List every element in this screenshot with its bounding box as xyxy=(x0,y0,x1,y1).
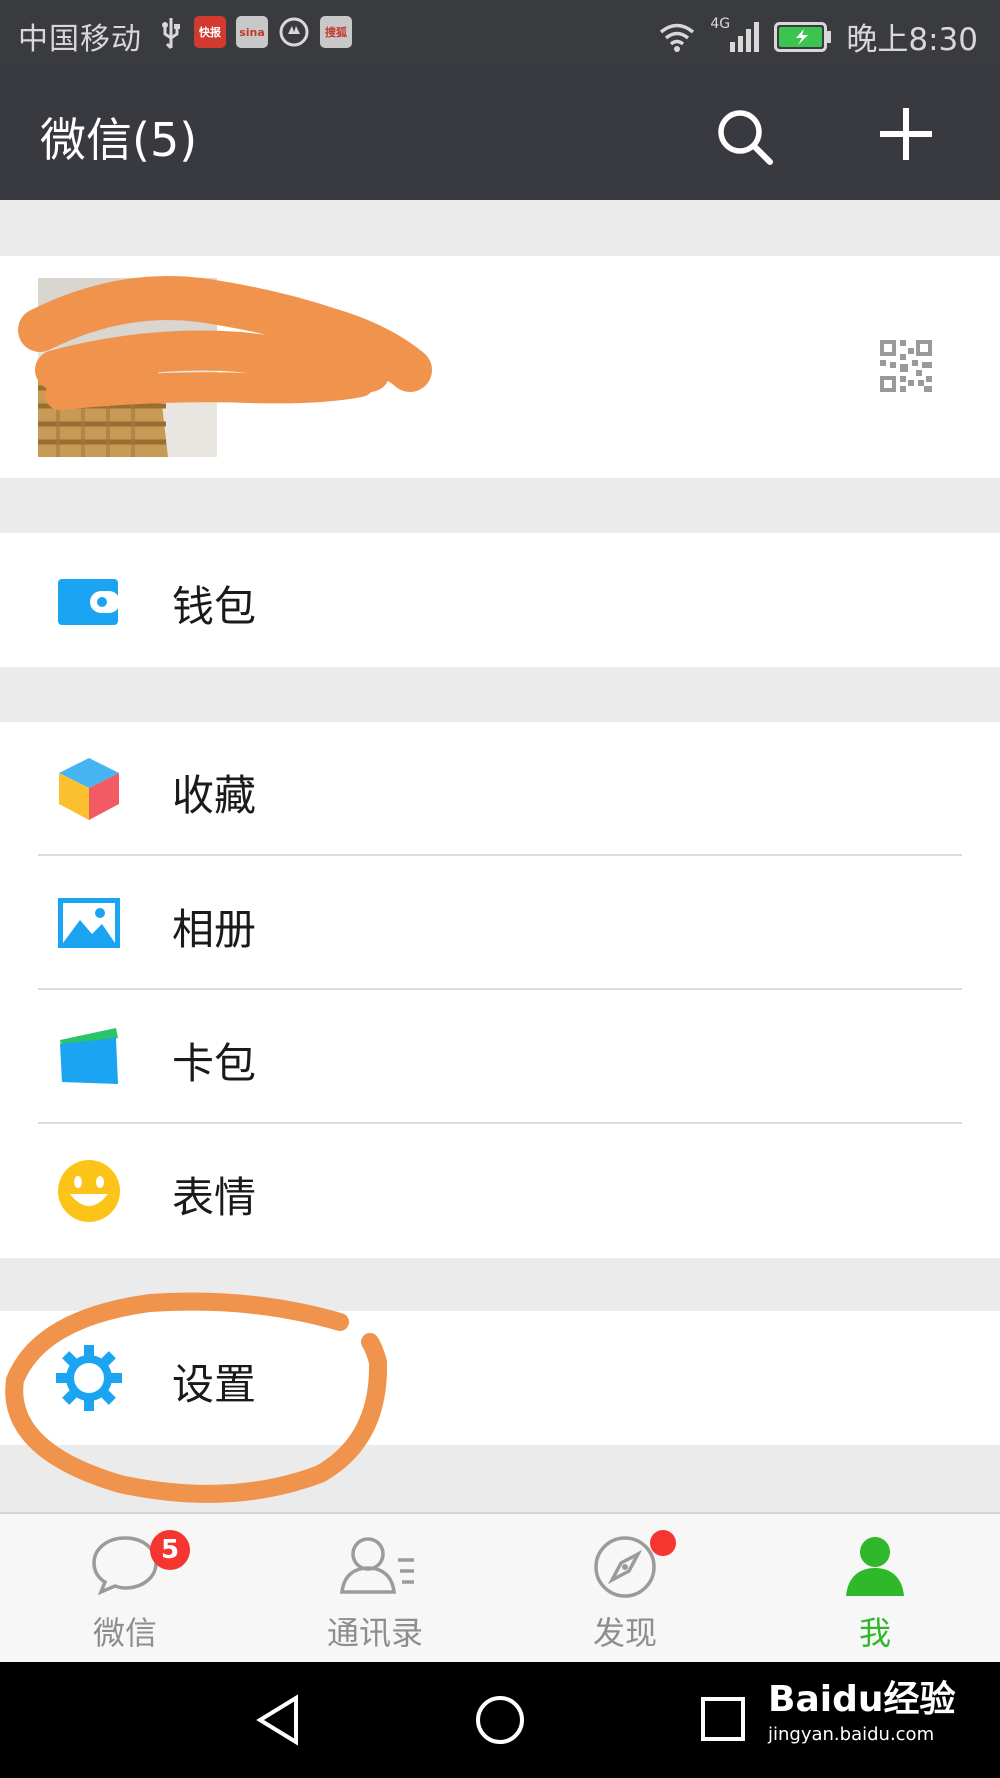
menu-item-label: 相册 xyxy=(172,905,257,954)
menu-item-label: 收藏 xyxy=(172,771,257,820)
tab-me[interactable]: 我 xyxy=(750,1514,1000,1664)
tab-label: 通讯录 xyxy=(326,1614,423,1652)
watermark: Baidu经验 jingyan.baidu.com xyxy=(768,1670,955,1745)
recents-icon[interactable] xyxy=(700,1696,746,1742)
menu-item-label: 表情 xyxy=(172,1173,257,1222)
status-right: 4G 晚上8:30 xyxy=(658,14,978,59)
menu-item-cards[interactable]: 卡包 xyxy=(0,990,1000,1124)
back-icon[interactable] xyxy=(254,1694,302,1746)
menu-item-label: 钱包 xyxy=(172,582,257,631)
wifi-icon xyxy=(660,23,695,52)
menu-item-favorites[interactable]: 收藏 xyxy=(0,722,1000,856)
home-icon[interactable] xyxy=(474,1694,526,1746)
cellular-signal-icon: 4G xyxy=(710,16,760,54)
cube-icon xyxy=(59,758,119,820)
bottom-tab-bar: 5 微信 通讯录 发现 我 xyxy=(0,1512,1000,1662)
security-icon xyxy=(279,17,309,47)
gear-icon xyxy=(56,1345,122,1411)
person-icon xyxy=(846,1537,904,1596)
contacts-icon xyxy=(340,1537,414,1594)
compass-icon xyxy=(594,1536,656,1598)
sina-app-icon: sina xyxy=(236,16,268,48)
tab-chats[interactable]: 5 微信 xyxy=(0,1514,250,1664)
search-icon[interactable] xyxy=(712,104,778,170)
tab-label: 微信 xyxy=(92,1614,157,1652)
qr-code-icon[interactable] xyxy=(880,340,932,392)
sohu-video-icon: 搜狐 xyxy=(320,16,352,48)
chat-bubble-icon xyxy=(92,1536,158,1596)
title-bar: 微信(5) xyxy=(0,66,1000,200)
menu-item-stickers[interactable]: 表情 xyxy=(0,1124,1000,1258)
card-icon xyxy=(60,1028,118,1084)
status-bar: 中国移动 快报 sina 搜狐 4G 晚上8:30 xyxy=(0,0,1000,66)
menu-item-album[interactable]: 相册 xyxy=(0,856,1000,990)
carrier-name: 中国移动 xyxy=(18,22,142,57)
battery-icon xyxy=(774,21,832,52)
tab-label: 我 xyxy=(858,1614,891,1652)
news-app-icon: 快报 xyxy=(194,16,226,48)
tab-discover[interactable]: 发现 xyxy=(500,1514,750,1664)
tab-contacts[interactable]: 通讯录 xyxy=(250,1514,500,1664)
avatar[interactable] xyxy=(38,278,217,457)
menu-item-label: 卡包 xyxy=(172,1039,257,1088)
clock: 晚上8:30 xyxy=(846,22,978,58)
menu-item-wallet[interactable]: 钱包 xyxy=(0,533,1000,667)
watermark-url: jingyan.baidu.com xyxy=(768,1724,935,1745)
profile-card[interactable] xyxy=(0,256,1000,478)
menu-item-label: 设置 xyxy=(172,1360,257,1409)
watermark-brand: Baidu经验 xyxy=(768,1679,956,1720)
page-title: 微信(5) xyxy=(40,113,198,167)
menu-item-settings[interactable]: 设置 xyxy=(0,1311,1000,1445)
usb-icon xyxy=(162,18,180,50)
picture-icon xyxy=(58,898,120,948)
wallet-icon xyxy=(58,579,120,625)
plus-icon[interactable] xyxy=(876,104,936,164)
unread-badge: 5 xyxy=(150,1530,190,1570)
new-dot-indicator xyxy=(650,1530,676,1556)
tab-label: 发现 xyxy=(592,1614,657,1652)
smiley-icon xyxy=(58,1160,120,1222)
notification-icons: 快报 sina 搜狐 xyxy=(158,16,352,50)
